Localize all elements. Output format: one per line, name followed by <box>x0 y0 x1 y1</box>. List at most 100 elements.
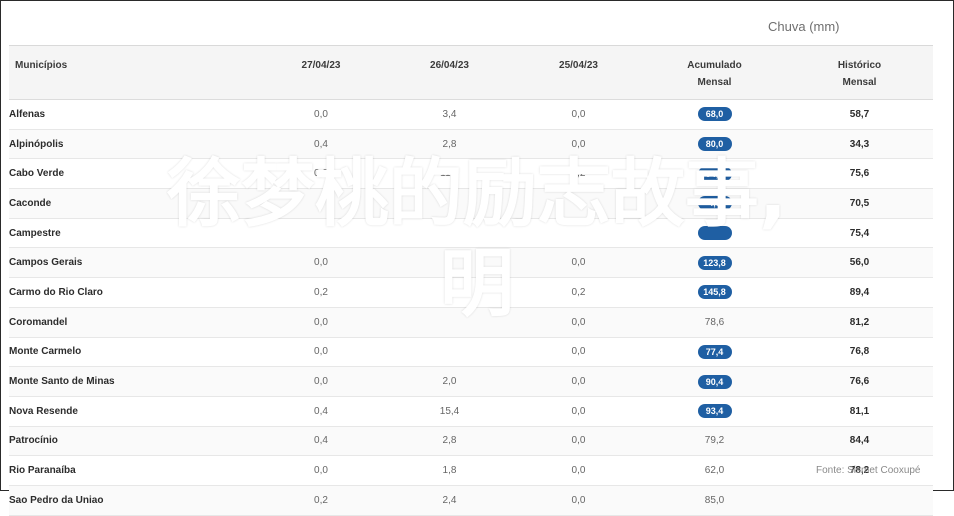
accumulated-cell: 4,8 <box>643 196 786 211</box>
accumulated-badge: 90,4 <box>697 374 732 389</box>
rain-27-04: 0,4 <box>314 138 328 150</box>
rain-27-04: 0,0 <box>314 376 328 388</box>
rain-25-04: 0,0 <box>571 405 586 417</box>
historical-value: 75,6 <box>849 168 870 180</box>
table-row: Coromandel 0,0 0,0 78,6 81,2 <box>9 307 933 338</box>
historical-value: 75,4 <box>849 227 870 239</box>
accumulated-badge: 93,4 <box>697 404 732 419</box>
table-row: Carmo do Rio Claro 0,2 0,2 145,8 89,4 <box>9 278 933 308</box>
column-header-municipios: Municípios <box>15 60 68 71</box>
historical-value: 56,0 <box>849 257 870 269</box>
municipio-name: Alpinópolis <box>9 138 64 150</box>
historical-value: 58,7 <box>849 108 870 120</box>
municipio-name: Caconde <box>9 197 52 209</box>
rain-25-04: 0,0 <box>571 376 586 388</box>
rain-27-04: 0,2 <box>314 286 328 298</box>
rain-27-04: 0,0 <box>314 465 328 477</box>
table-row: Monte Carmelo 0,0 0,0 77,4 76,8 <box>9 338 933 368</box>
column-header-historico: Histórico Mensal <box>837 60 882 88</box>
rain-25-04: 0,0 <box>571 108 586 120</box>
data-table: Municípios 27/04/23 26/04/23 25/04/23 Ac… <box>9 45 933 516</box>
accumulated-cell: 145,8 <box>643 285 786 300</box>
rain-26-04: 2,0 <box>442 376 457 388</box>
accumulated-cell: 123,8 <box>643 255 786 270</box>
rain-25-04: 0,0 <box>571 138 586 150</box>
accumulated-cell: 80,0 <box>643 137 786 152</box>
table-row: Patrocínio 0,4 2,8 0,0 79,2 84,4 <box>9 426 933 457</box>
table-row: Rio Paranaíba 0,0 1,8 0,0 62,0 78,2 <box>9 456 933 486</box>
accumulated-badge: 94,6 <box>697 166 732 181</box>
rain-26-04: 11,4 <box>440 168 459 180</box>
table-row: Cabo Verde 0,2 11,4 0,2 94,6 75,6 <box>9 159 933 190</box>
accumulated-cell: 68,0 <box>643 107 786 122</box>
accumulated-value: 85,0 <box>704 494 725 506</box>
table-row: Nova Resende 0,4 15,4 0,0 93,4 81,1 <box>9 397 933 427</box>
accumulated-value: 62,0 <box>704 465 725 477</box>
rain-26-04: 3,4 <box>442 108 457 120</box>
rain-25-04: 0,2 <box>571 286 586 298</box>
accumulated-badge: 4,8 <box>697 196 732 211</box>
rain-27-04: 0,2 <box>314 168 328 180</box>
historical-value: 89,4 <box>849 286 870 298</box>
municipio-name: Rio Paranaíba <box>9 465 76 477</box>
rain-26-04: 15,4 <box>439 405 460 417</box>
accumulated-cell: 94,6 <box>643 166 786 181</box>
table-frame: Chuva (mm) Municípios 27/04/23 26/04/23 … <box>0 0 954 516</box>
rain-27-04: 0,4 <box>314 405 328 417</box>
historical-value: 84,4 <box>849 435 870 447</box>
historical-value: 34,3 <box>849 138 870 150</box>
accumulated-cell: 77,4 <box>643 344 786 359</box>
municipio-name: Coromandel <box>9 316 68 328</box>
rain-25-04: 0,0 <box>571 257 586 269</box>
table-row: Alfenas 0,0 3,4 0,0 68,0 58,7 <box>9 100 933 130</box>
table-row: Alpinópolis 0,4 2,8 0,0 80,0 34,3 <box>9 129 933 160</box>
accumulated-cell <box>643 226 786 241</box>
rain-27-04: 0,2 <box>314 494 328 506</box>
historical-value: 81,1 <box>849 405 870 417</box>
table-row: Campos Gerais 0,0 0,0 123,8 56,0 <box>9 248 933 279</box>
table-row: Monte Santo de Minas 0,0 2,0 0,0 90,4 76,6 <box>9 367 933 397</box>
accumulated-cell: 93,4 <box>643 404 786 419</box>
municipio-name: Cabo Verde <box>9 168 65 180</box>
rain-27-04: 0,0 <box>314 108 328 120</box>
accumulated-badge: 80,0 <box>697 137 732 152</box>
rain-25-04: 0,2 <box>571 168 586 180</box>
column-header-date-3: 25/04/23 <box>559 60 598 71</box>
rain-25-04: 0,0 <box>571 316 586 328</box>
historical-value: 81,2 <box>849 316 870 328</box>
municipio-name: Campos Gerais <box>9 257 83 269</box>
rain-27-04: 0,0 <box>314 316 328 328</box>
accumulated-badge: 68,0 <box>697 107 732 122</box>
municipio-name: Patrocínio <box>9 435 58 447</box>
rain-26-04: 1,8 <box>442 465 457 477</box>
rain-26-04: 2,4 <box>442 494 457 506</box>
source-credit: Fonte: Sismet Cooxupé <box>816 465 921 476</box>
column-header-date-2: 26/04/23 <box>430 60 469 71</box>
accumulated-badge: 145,8 <box>697 285 732 300</box>
accumulated-badge: 77,4 <box>697 344 732 359</box>
rain-27-04: 0,0 <box>314 257 328 269</box>
municipio-name: Monte Santo de Minas <box>9 376 115 388</box>
rain-25-04: 0,0 <box>571 435 586 447</box>
table-row: Caconde 4,8 70,5 <box>9 189 933 219</box>
column-header-date-1: 27/04/23 <box>301 60 341 71</box>
table-row: Sao Pedro da Uniao 0,2 2,4 0,0 85,0 <box>9 485 933 516</box>
rain-26-04: 2,8 <box>442 435 457 447</box>
rain-27-04: 0,4 <box>314 435 328 447</box>
accumulated-badge <box>697 226 732 241</box>
accumulated-cell: 90,4 <box>643 374 786 389</box>
chart-title: Chuva (mm) <box>768 19 840 34</box>
municipio-name: Monte Carmelo <box>9 346 82 358</box>
rain-25-04: 0,0 <box>571 346 586 358</box>
accumulated-value: 79,2 <box>704 435 725 447</box>
historical-value: 76,8 <box>849 346 870 358</box>
historical-value: 70,5 <box>849 197 870 209</box>
column-header-acumulado: Acumulado Mensal <box>687 60 742 88</box>
rain-25-04: 0,0 <box>571 465 586 477</box>
rain-27-04: 0,0 <box>314 346 328 358</box>
municipio-name: Alfenas <box>9 108 46 120</box>
historical-value: 76,6 <box>849 376 870 388</box>
accumulated-badge: 123,8 <box>697 255 732 270</box>
table-body: Alfenas 0,0 3,4 0,0 68,0 58,7 Alpinópolis 0,4 2,… <box>9 100 933 516</box>
rain-26-04: 2,8 <box>442 138 457 150</box>
